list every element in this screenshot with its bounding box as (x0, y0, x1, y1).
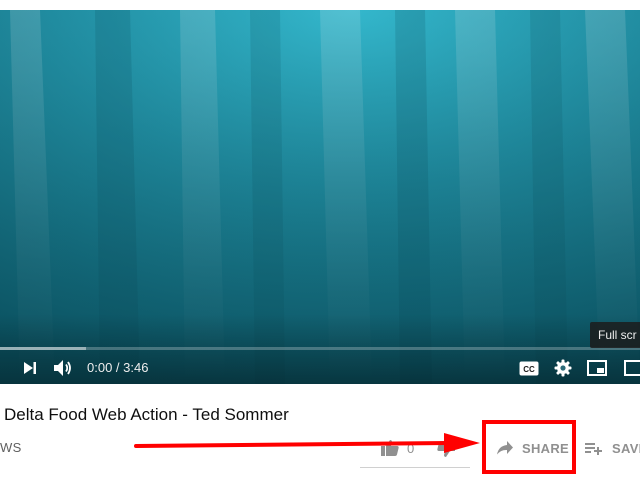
captions-button[interactable]: CC (518, 358, 540, 378)
svg-text:CC: CC (523, 365, 535, 374)
settings-button[interactable] (552, 357, 574, 379)
share-highlight-box (482, 420, 576, 474)
fullscreen-icon (624, 360, 640, 376)
fullscreen-tooltip: Full scr (590, 322, 640, 348)
time-separator: / (112, 360, 124, 375)
gear-icon (554, 359, 572, 377)
volume-button[interactable] (52, 358, 74, 378)
next-icon (24, 362, 36, 374)
time-display: 0:00 / 3:46 (87, 360, 148, 376)
save-label: SAVE (612, 440, 640, 456)
like-bar-divider (360, 467, 470, 468)
progress-bar[interactable] (0, 347, 640, 350)
next-button[interactable] (20, 358, 40, 378)
video-player[interactable]: Full scr 0:00 / 3:46 CC (0, 10, 640, 384)
time-duration: 3:46 (123, 360, 149, 375)
annotation-arrow (134, 433, 480, 453)
progress-buffered (0, 347, 87, 350)
save-button[interactable]: SAVE (585, 437, 640, 459)
fullscreen-button[interactable] (622, 358, 640, 378)
youtube-watch-page: Full scr 0:00 / 3:46 CC Delta Food Web A… (0, 0, 640, 480)
view-count: WS (0, 440, 22, 455)
miniplayer-button[interactable] (586, 358, 608, 378)
playlist-add-icon (585, 443, 602, 455)
video-title: Delta Food Web Action - Ted Sommer (4, 405, 289, 424)
miniplayer-icon (587, 360, 607, 376)
time-current: 0:00 (87, 360, 113, 375)
volume-icon (54, 360, 71, 376)
captions-icon: CC (519, 361, 539, 375)
